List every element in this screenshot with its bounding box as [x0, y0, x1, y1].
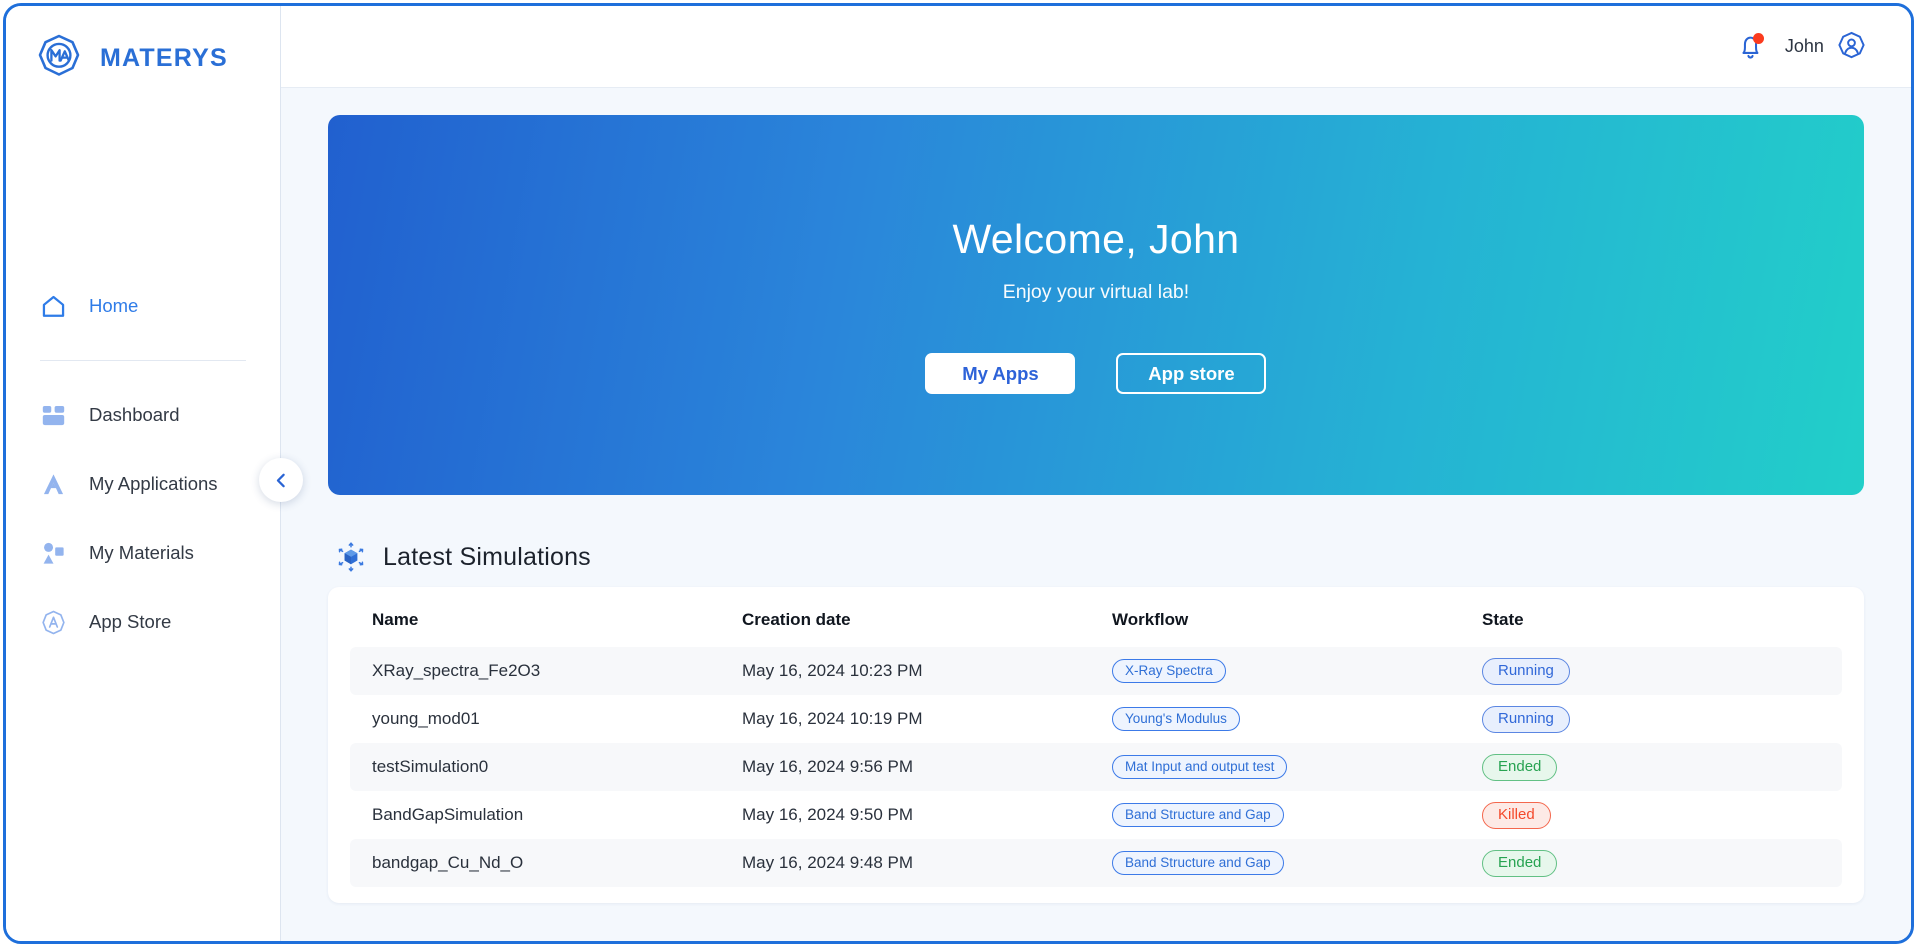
cell-workflow: Band Structure and Gap: [1090, 839, 1460, 887]
cell-state: Ended: [1460, 839, 1842, 887]
cell-name: BandGapSimulation: [350, 791, 720, 839]
cell-workflow: Band Structure and Gap: [1090, 791, 1460, 839]
cell-state: Killed: [1460, 791, 1842, 839]
cell-state: Running: [1460, 647, 1842, 695]
app-store-button[interactable]: App store: [1116, 353, 1266, 394]
table-header: Name Creation date Workflow State: [350, 587, 1842, 647]
sidebar-item-app-store-label: App Store: [89, 611, 171, 633]
sidebar: MATERYS Home Dashboard: [6, 6, 281, 941]
my-apps-button[interactable]: My Apps: [925, 353, 1075, 394]
dashboard-icon: [40, 402, 67, 429]
cell-creation-date: May 16, 2024 9:56 PM: [720, 743, 1090, 791]
column-header-name: Name: [350, 587, 720, 647]
app-store-icon: [40, 609, 67, 636]
sidebar-nav-group: Dashboard My Applications My Materials: [6, 387, 280, 650]
materials-icon: [40, 540, 67, 567]
sidebar-item-dashboard[interactable]: Dashboard: [6, 387, 280, 443]
content-column: John Welcome, John Enjoy your virtual la…: [281, 6, 1911, 941]
table-body: XRay_spectra_Fe2O3May 16, 2024 10:23 PM X…: [350, 647, 1842, 887]
workflow-chip[interactable]: Young's Modulus: [1112, 707, 1240, 732]
sidebar-primary-group: Home: [6, 278, 280, 334]
table-row[interactable]: bandgap_Cu_Nd_OMay 16, 2024 9:48 PM Band …: [350, 839, 1842, 887]
brand-name: MATERYS: [100, 44, 228, 73]
sidebar-divider: [40, 360, 246, 361]
latest-simulations-title: Latest Simulations: [383, 543, 591, 572]
applications-icon: [40, 471, 67, 498]
cell-creation-date: May 16, 2024 10:23 PM: [720, 647, 1090, 695]
latest-simulations-heading: Latest Simulations: [328, 542, 1864, 572]
status-badge: Running: [1482, 706, 1570, 733]
cell-name: bandgap_Cu_Nd_O: [350, 839, 720, 887]
status-badge: Ended: [1482, 754, 1557, 781]
cell-name: testSimulation0: [350, 743, 720, 791]
home-icon: [40, 293, 67, 320]
sidebar-collapse-button[interactable]: [259, 458, 303, 502]
sidebar-item-my-applications-label: My Applications: [89, 473, 218, 495]
brand-logo-area[interactable]: MATERYS: [6, 6, 280, 88]
status-badge: Running: [1482, 658, 1570, 685]
notifications-button[interactable]: [1737, 33, 1763, 61]
table-row[interactable]: testSimulation0May 16, 2024 9:56 PM Mat I…: [350, 743, 1842, 791]
cell-workflow: Young's Modulus: [1090, 695, 1460, 743]
workflow-chip[interactable]: X-Ray Spectra: [1112, 659, 1226, 684]
notification-unread-dot: [1753, 33, 1764, 44]
user-name-label: John: [1785, 36, 1824, 57]
latest-simulations-table-card: Name Creation date Workflow State XRay_s…: [328, 587, 1864, 903]
top-header: John: [281, 6, 1911, 88]
cell-workflow: X-Ray Spectra: [1090, 647, 1460, 695]
sidebar-item-my-materials[interactable]: My Materials: [6, 525, 280, 581]
table-row[interactable]: BandGapSimulationMay 16, 2024 9:50 PM Ban…: [350, 791, 1842, 839]
cell-name: XRay_spectra_Fe2O3: [350, 647, 720, 695]
table-row[interactable]: XRay_spectra_Fe2O3May 16, 2024 10:23 PM X…: [350, 647, 1842, 695]
cell-creation-date: May 16, 2024 9:50 PM: [720, 791, 1090, 839]
welcome-subtitle: Enjoy your virtual lab!: [1003, 281, 1189, 304]
simulation-cube-icon: [336, 542, 366, 572]
user-menu[interactable]: John: [1785, 31, 1867, 62]
sidebar-item-dashboard-label: Dashboard: [89, 404, 180, 426]
cell-creation-date: May 16, 2024 10:19 PM: [720, 695, 1090, 743]
chevron-left-icon: [273, 472, 290, 489]
column-header-workflow: Workflow: [1090, 587, 1460, 647]
simulations-table: Name Creation date Workflow State XRay_s…: [350, 587, 1842, 887]
sidebar-item-my-applications[interactable]: My Applications: [6, 456, 280, 512]
cell-state: Ended: [1460, 743, 1842, 791]
welcome-title: Welcome, John: [952, 216, 1239, 263]
welcome-banner: Welcome, John Enjoy your virtual lab! My…: [328, 115, 1864, 495]
table-row[interactable]: young_mod01May 16, 2024 10:19 PM Young's …: [350, 695, 1842, 743]
main-content: Welcome, John Enjoy your virtual lab! My…: [281, 88, 1911, 941]
sidebar-item-home[interactable]: Home: [6, 278, 280, 334]
user-avatar-icon: [1836, 31, 1867, 62]
status-badge: Killed: [1482, 802, 1551, 829]
cell-creation-date: May 16, 2024 9:48 PM: [720, 839, 1090, 887]
sidebar-item-home-label: Home: [89, 295, 138, 317]
column-header-state: State: [1460, 587, 1842, 647]
welcome-actions: My Apps App store: [925, 353, 1266, 394]
app-window: MATERYS Home Dashboard: [3, 3, 1914, 944]
column-header-creation-date: Creation date: [720, 587, 1090, 647]
cell-name: young_mod01: [350, 695, 720, 743]
cell-workflow: Mat Input and output test: [1090, 743, 1460, 791]
sidebar-item-app-store[interactable]: App Store: [6, 594, 280, 650]
cell-state: Running: [1460, 695, 1842, 743]
workflow-chip[interactable]: Band Structure and Gap: [1112, 803, 1284, 828]
status-badge: Ended: [1482, 850, 1557, 877]
workflow-chip[interactable]: Mat Input and output test: [1112, 755, 1287, 780]
workflow-chip[interactable]: Band Structure and Gap: [1112, 851, 1284, 876]
materys-hexagon-logo-icon: [34, 33, 84, 83]
table-header-row: Name Creation date Workflow State: [350, 587, 1842, 647]
sidebar-item-my-materials-label: My Materials: [89, 542, 194, 564]
